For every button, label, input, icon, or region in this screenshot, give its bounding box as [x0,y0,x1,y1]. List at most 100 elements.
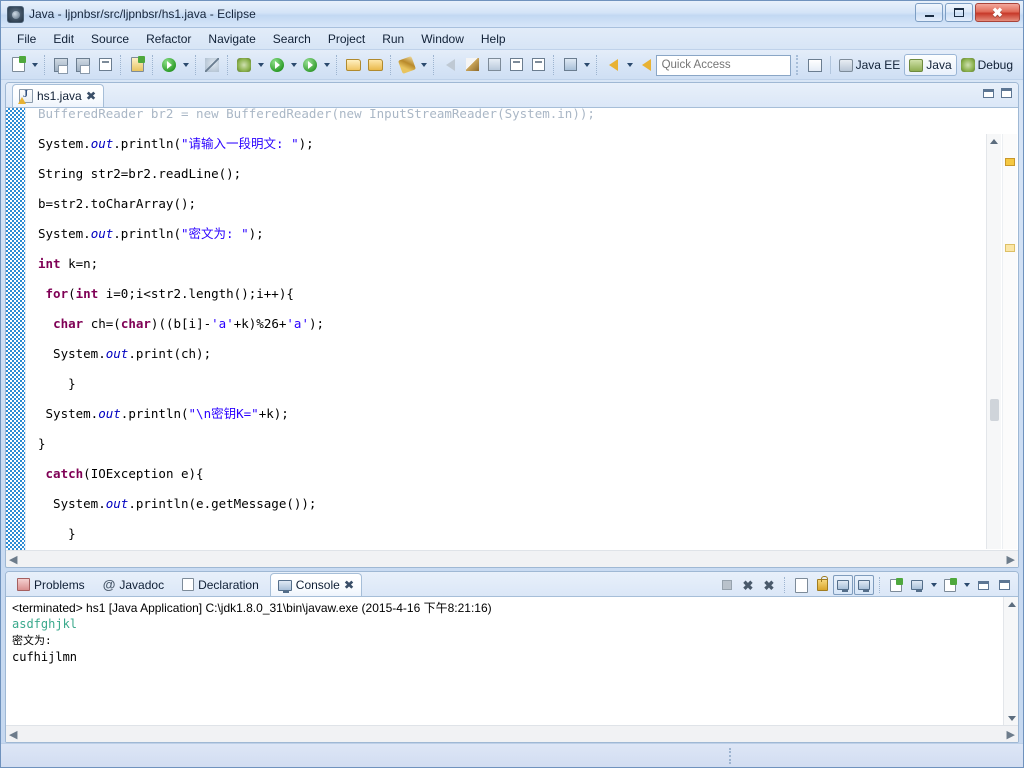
refresh-dropdown-arrow[interactable] [180,54,191,76]
editor-vertical-scrollbar[interactable] [986,134,1001,549]
console-body[interactable]: <terminated> hs1 [Java Application] C:\j… [6,597,1018,742]
resize-grip[interactable] [729,748,731,764]
run-dropdown-arrow[interactable] [288,54,299,76]
menu-edit[interactable]: Edit [45,30,82,48]
next-annotation-icon[interactable] [439,54,461,76]
code-editor-area: BufferedReader br2 = new BufferedReader(… [6,108,1018,567]
close-button[interactable]: ✖ [975,3,1020,22]
maximize-view-icon[interactable] [994,575,1014,595]
maximize-view-icon[interactable] [1001,88,1012,98]
editor-tab-hs1-java[interactable]: hs1.java ✖ [12,84,104,107]
tab-console[interactable]: Console ✖ [269,573,362,596]
scroll-lock-icon[interactable] [812,575,832,595]
last-edit-location-icon[interactable] [483,54,505,76]
scroll-up-arrow-icon[interactable] [1004,597,1018,611]
scroll-up-arrow-icon[interactable] [987,134,1002,148]
menu-file[interactable]: File [9,30,44,48]
scrollbar-thumb[interactable] [990,399,999,421]
editor-horizontal-scrollbar[interactable]: ◀ ▶ [6,550,1018,567]
console-output[interactable]: <terminated> hs1 [Java Application] C:\j… [6,597,1018,665]
minimize-view-icon[interactable] [983,88,994,98]
editor-tab-label: hs1.java [37,89,82,103]
open-task-icon[interactable] [364,54,386,76]
close-icon[interactable]: ✖ [344,579,355,591]
remove-launch-icon[interactable]: ✖ [738,575,758,595]
save-all-icon[interactable] [72,54,94,76]
display-console-dropdown-arrow[interactable] [928,574,939,596]
tab-declaration[interactable]: Declaration [175,573,266,596]
bottom-panel: Problems @ Javadoc Declaration Console ✖ [5,571,1019,743]
minimize-view-icon[interactable] [973,575,993,595]
pin-console-icon[interactable] [886,575,906,595]
previous-annotation-icon[interactable] [461,54,483,76]
show-console-on-error-icon[interactable] [854,575,874,595]
menu-help[interactable]: Help [473,30,514,48]
scroll-left-arrow-icon[interactable]: ◀ [9,553,17,566]
warning-marker[interactable] [1005,158,1015,166]
perspective-debug[interactable]: Debug [957,54,1017,76]
menu-navigate[interactable]: Navigate [200,30,263,48]
remove-all-terminated-icon[interactable]: ✖ [759,575,779,595]
scroll-left-arrow-icon[interactable]: ◀ [9,728,17,741]
console-horizontal-scrollbar[interactable]: ◀ ▶ [6,725,1018,742]
toggle-block-selection-icon[interactable] [527,54,549,76]
show-console-on-output-icon[interactable] [833,575,853,595]
new-java-package-icon[interactable] [126,54,148,76]
restore-last-state-icon[interactable] [559,54,581,76]
search-icon[interactable] [396,54,418,76]
back-dropdown-arrow[interactable] [624,54,635,76]
warning-marker[interactable] [1005,244,1015,252]
skip-breakpoints-icon[interactable] [201,54,223,76]
scroll-right-arrow-icon[interactable]: ▶ [1007,553,1015,566]
new-dropdown-arrow[interactable] [29,54,40,76]
terminate-icon[interactable] [717,575,737,595]
run-icon[interactable] [266,54,288,76]
minimize-button[interactable] [915,3,943,22]
quick-access-input[interactable] [655,54,791,76]
new-wizard-icon[interactable] [7,54,29,76]
toolbar-separator [152,54,154,75]
open-console-icon[interactable] [940,575,960,595]
menu-project[interactable]: Project [320,30,373,48]
search-dropdown-arrow[interactable] [418,54,429,76]
menu-window[interactable]: Window [413,30,472,48]
display-selected-console-icon[interactable] [907,575,927,595]
restore-dropdown-arrow[interactable] [581,54,592,76]
source-code[interactable]: BufferedReader br2 = new BufferedReader(… [34,108,595,549]
run-external-tools-icon[interactable] [299,54,321,76]
scroll-down-arrow-icon[interactable] [1004,711,1018,725]
forward-icon[interactable] [635,54,657,76]
clear-console-icon[interactable] [791,575,811,595]
open-type-icon[interactable] [342,54,364,76]
open-perspective-icon[interactable] [804,54,826,76]
code-scroll-region[interactable]: BufferedReader br2 = new BufferedReader(… [34,108,1018,567]
perspective-java[interactable]: Java [904,54,957,76]
print-icon[interactable] [94,54,116,76]
menu-search[interactable]: Search [265,30,319,48]
tab-javadoc[interactable]: @ Javadoc [96,573,171,596]
back-icon[interactable] [602,54,624,76]
menu-refactor[interactable]: Refactor [138,30,199,48]
tab-problems[interactable]: Problems [10,573,92,596]
menu-source[interactable]: Source [83,30,137,48]
toolbar-separator [44,54,46,75]
close-icon[interactable]: ✖ [85,90,96,102]
debug-icon[interactable] [233,54,255,76]
debug-dropdown-arrow[interactable] [255,54,266,76]
editor-change-ruler[interactable] [6,108,26,567]
perspective-java-ee[interactable]: Java EE [835,54,905,76]
editor-gutter-pad [26,108,34,567]
save-icon[interactable] [50,54,72,76]
external-tools-dropdown-arrow[interactable] [321,54,332,76]
restore-button[interactable] [945,3,973,22]
toggle-mark-occurrences-icon[interactable] [505,54,527,76]
editor-overview-ruler[interactable] [1002,134,1017,549]
console-toolbar: ✖ ✖ [717,574,1014,596]
console-vertical-scrollbar[interactable] [1003,597,1018,725]
toolbar-group-restore [559,54,592,76]
menu-run[interactable]: Run [374,30,412,48]
scroll-right-arrow-icon[interactable]: ▶ [1007,728,1015,741]
refresh-icon[interactable] [158,54,180,76]
toolbar-group-refresh [158,54,191,76]
open-console-dropdown-arrow[interactable] [961,574,972,596]
